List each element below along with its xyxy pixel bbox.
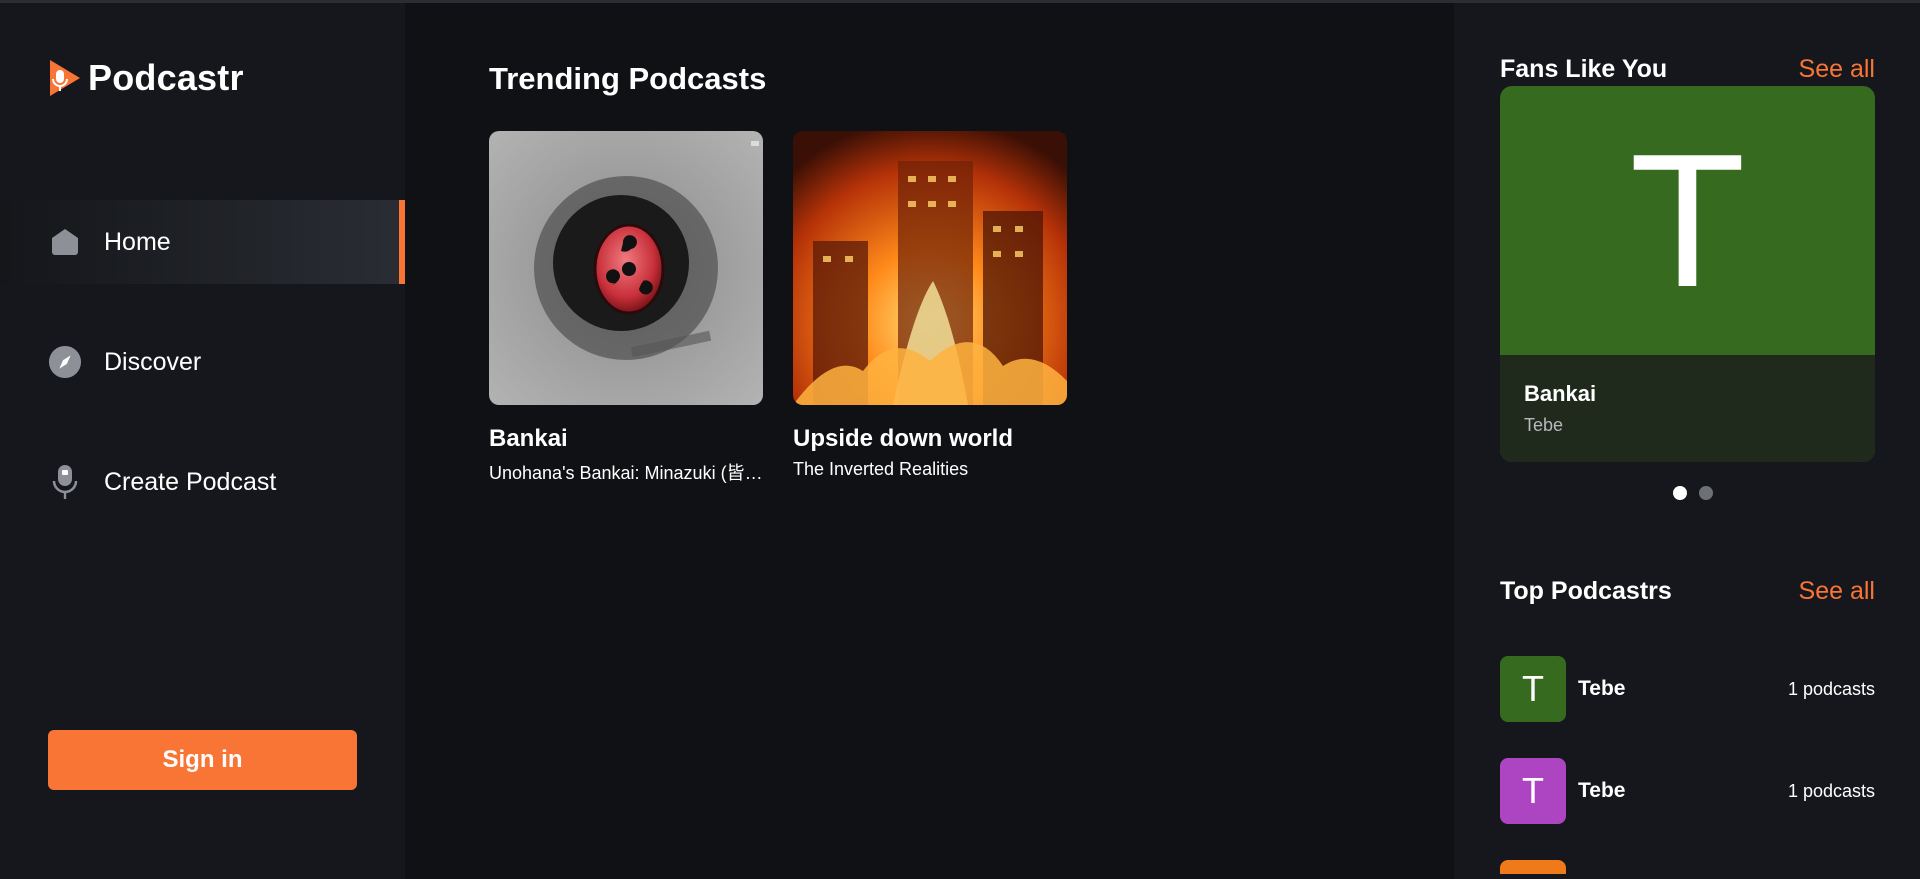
podcastr-name: Tebe <box>1578 779 1626 802</box>
app-name: Podcastr <box>88 57 244 98</box>
trending-title: Trending Podcasts <box>489 61 767 96</box>
compass-icon <box>48 345 82 379</box>
podcast-subtitle: Unohana's Bankai: Minazuki (皆尽) <box>489 463 763 483</box>
left-sidebar: Podcastr Home Discover Create Podcast Si… <box>0 3 405 879</box>
nav-item-discover[interactable]: Discover <box>0 320 405 404</box>
fan-card-footer: Bankai Tebe <box>1500 355 1875 462</box>
podcast-title: Bankai <box>489 425 568 452</box>
podcastr-count: 1 podcasts <box>1787 678 1875 699</box>
nav-label-create-podcast: Create Podcast <box>104 467 277 496</box>
nav-label-home: Home <box>104 227 171 256</box>
microphone-icon <box>48 465 82 499</box>
nav-label-discover: Discover <box>104 347 202 376</box>
podcast-title: Upside down world <box>793 425 1013 452</box>
right-sidebar: Fans Like You See all T Bankai Tebe Top … <box>1454 3 1920 879</box>
top-podcastrs-list: T Tebe 1 podcasts T Tebe 1 podcasts <box>1500 656 1875 874</box>
podcast-card-upside-down-world[interactable]: Upside down world The Inverted Realities <box>793 131 1067 485</box>
home-icon <box>48 225 82 259</box>
trending-cards: Bankai Unohana's Bankai: Minazuki (皆尽) U… <box>489 131 1067 485</box>
top-podcastrs-title: Top Podcastrs <box>1500 577 1672 605</box>
nav-item-home[interactable]: Home <box>0 200 405 284</box>
main-content: Trending Podcasts Bankai Unohana's Banka… <box>405 3 1454 879</box>
fan-podcast-name: Bankai <box>1524 381 1597 406</box>
fan-avatar-letter: T <box>1629 115 1746 327</box>
app-shell: Podcastr Home Discover Create Podcast Si… <box>0 3 1920 879</box>
fans-like-you-title: Fans Like You <box>1500 55 1668 83</box>
podcast-card-bankai[interactable]: Bankai Unohana's Bankai: Minazuki (皆尽) <box>489 131 763 485</box>
main-nav: Home Discover Create Podcast <box>0 200 405 560</box>
podcast-cover-bankai <box>489 131 763 405</box>
podcastr-avatar: T <box>1500 758 1566 824</box>
podcastr-avatar: T <box>1500 656 1566 722</box>
nav-item-create-podcast[interactable]: Create Podcast <box>0 440 405 524</box>
podcastr-count: 1 podcasts <box>1787 780 1875 801</box>
top-podcastrs-header: Top Podcastrs See all <box>1500 577 1875 606</box>
carousel-dots <box>1454 486 1920 500</box>
fan-carousel-card[interactable]: T Bankai Tebe <box>1500 86 1875 462</box>
podcastr-name: Tebe <box>1578 677 1626 700</box>
fans-see-all-link[interactable]: See all <box>1799 55 1875 84</box>
podcastr-logo-icon <box>50 60 80 96</box>
carousel-dot-1[interactable] <box>1673 486 1687 500</box>
podcastr-row[interactable]: T Tebe 1 podcasts <box>1500 656 1875 722</box>
podcastr-avatar-partial <box>1500 860 1566 874</box>
logo[interactable]: Podcastr <box>48 57 244 99</box>
podcastr-row[interactable]: T Tebe 1 podcasts <box>1500 758 1875 824</box>
podcast-cover-upside-down-world <box>793 131 1067 405</box>
fan-podcast-author: Tebe <box>1524 415 1564 435</box>
top-podcastrs-see-all-link[interactable]: See all <box>1799 577 1875 606</box>
fans-like-you-header: Fans Like You See all <box>1500 55 1875 84</box>
carousel-dot-2[interactable] <box>1699 486 1713 500</box>
podcast-subtitle: The Inverted Realities <box>793 459 969 479</box>
sign-in-button[interactable]: Sign in <box>48 730 357 790</box>
